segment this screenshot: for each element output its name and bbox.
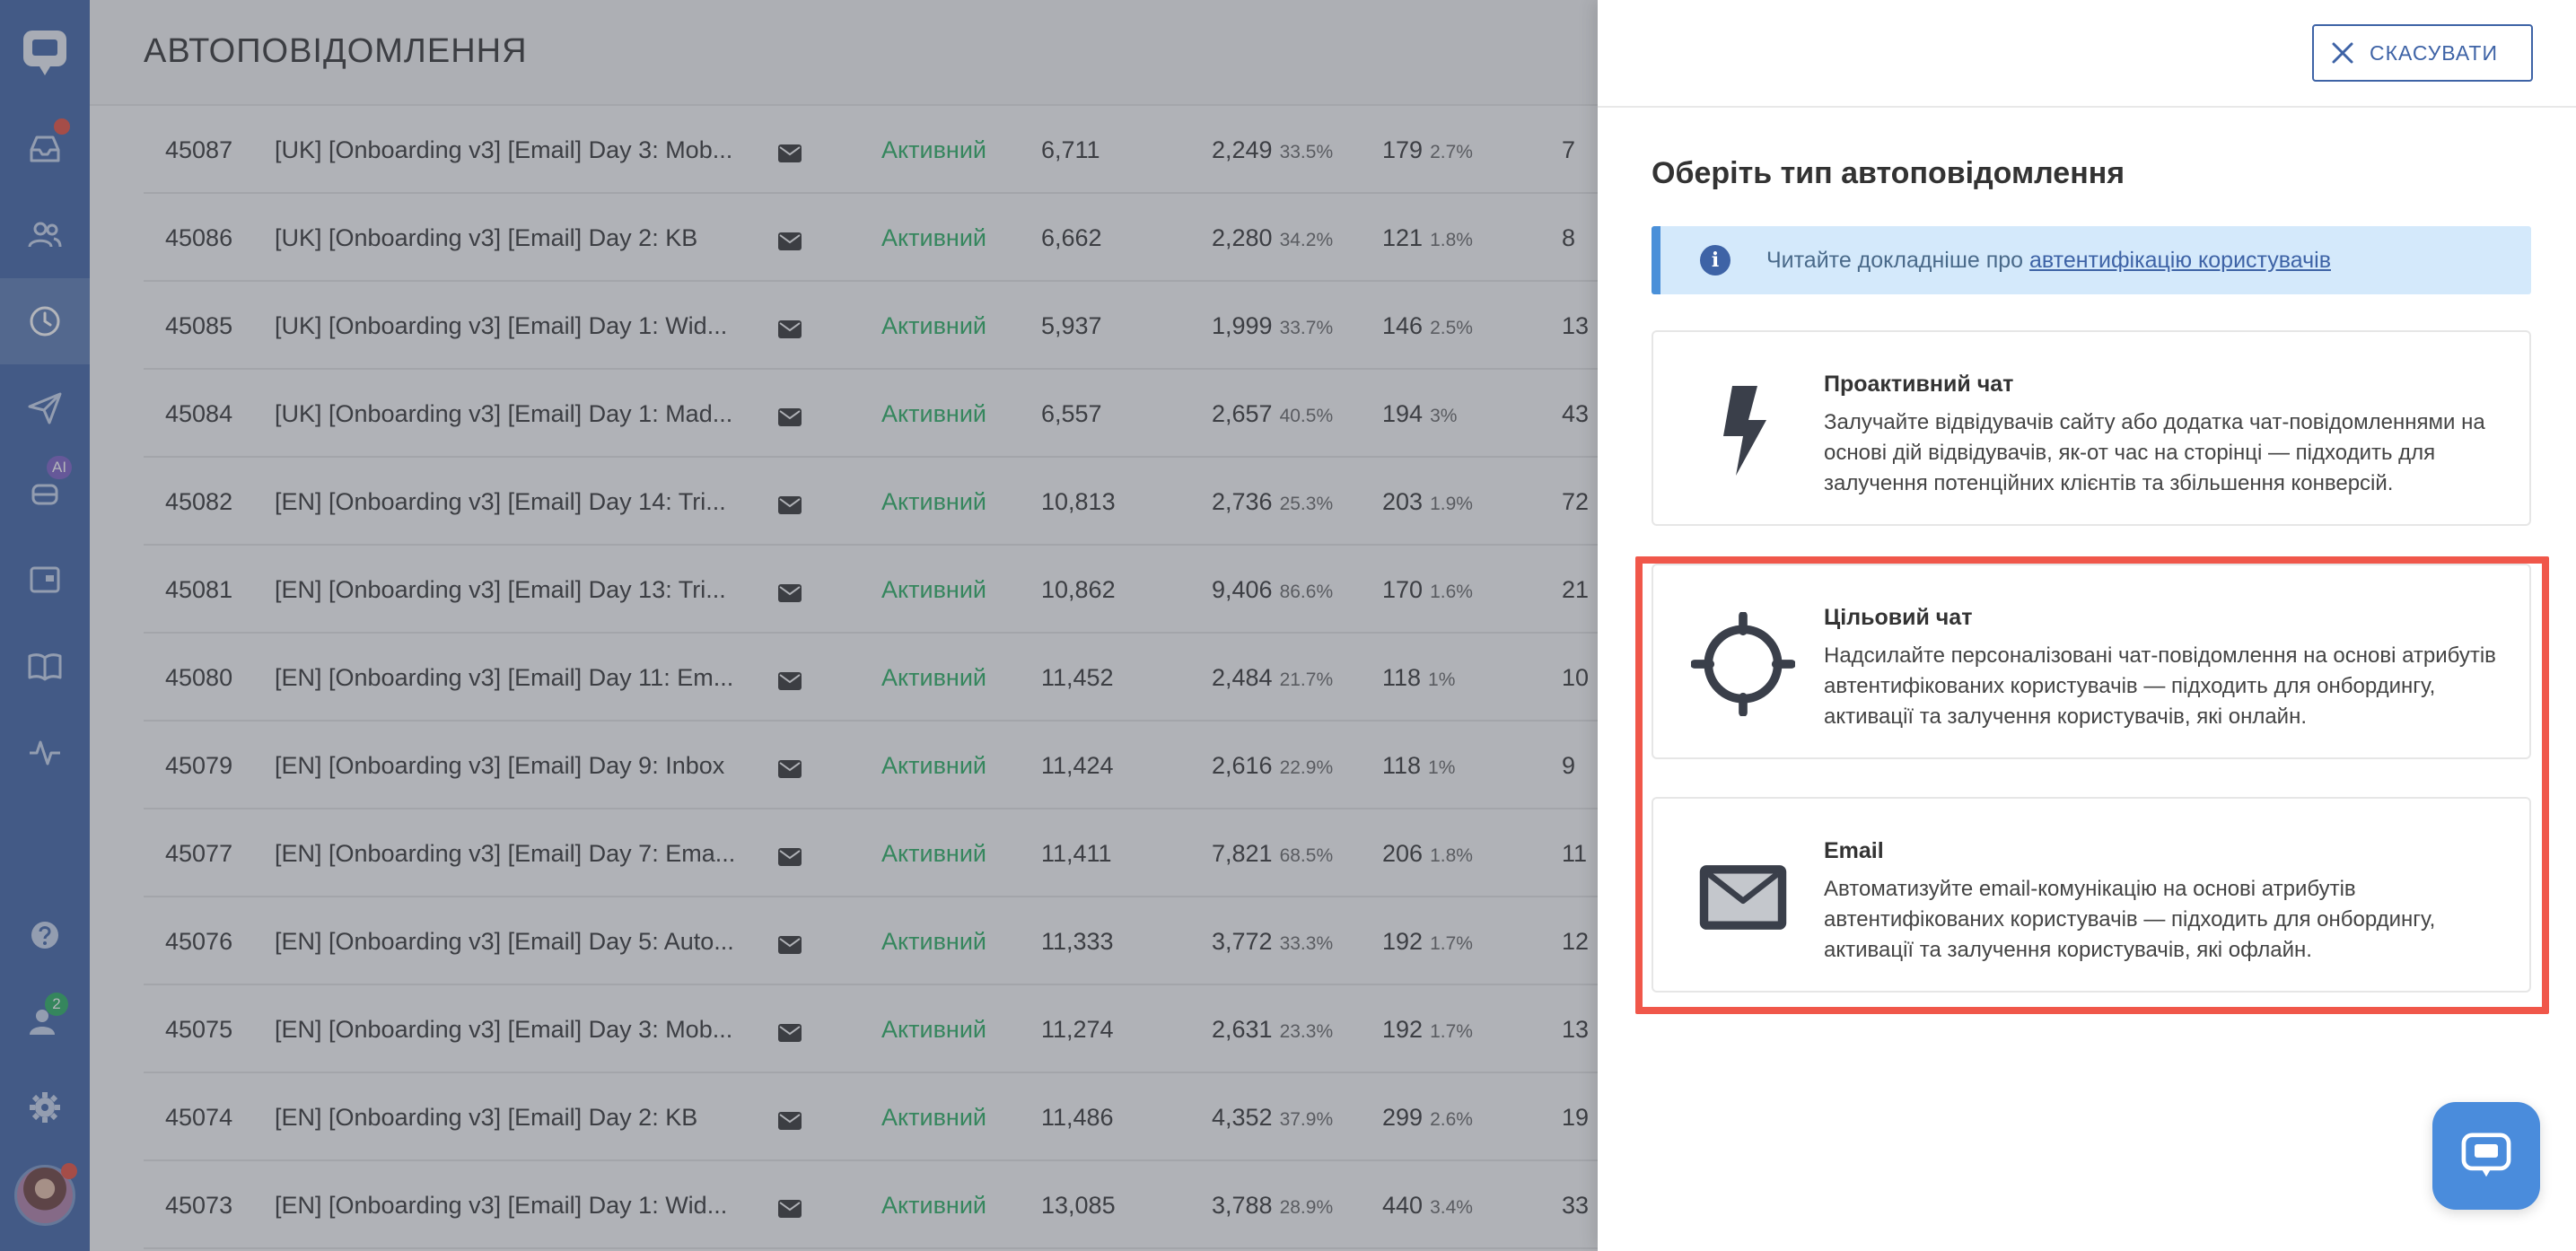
info-banner-text: Читайте докладніше про автентифікацію ко…	[1766, 248, 2331, 274]
cancel-button[interactable]: СКАСУВАТИ	[2312, 24, 2533, 82]
info-icon: i	[1700, 245, 1730, 276]
card-title: Проактивний чат	[1824, 372, 2014, 397]
user-auth-link[interactable]: автентифікацію користувачів	[2029, 248, 2331, 273]
lightning-icon	[1689, 377, 1797, 485]
message-type-panel: СКАСУВАТИ Оберіть тип автоповідомлення i…	[1598, 0, 2576, 1251]
card-proactive-chat[interactable]: Проактивний чат Залучайте відвідувачів с…	[1652, 330, 2531, 526]
info-banner: i Читайте докладніше про автентифікацію …	[1652, 226, 2531, 294]
close-icon	[2332, 42, 2353, 64]
cancel-button-label: СКАСУВАТИ	[2370, 40, 2499, 65]
chat-icon	[2461, 1133, 2511, 1177]
support-chat-button[interactable]	[2432, 1102, 2540, 1210]
card-email[interactable]: Email Автоматизуйте email-комунікацію на…	[1652, 797, 2531, 993]
card-description: Автоматизуйте email-комунікацію на основ…	[1824, 877, 2436, 962]
modal-backdrop[interactable]	[0, 0, 1598, 1251]
info-text: Читайте докладніше про	[1766, 247, 2030, 273]
panel-heading: Оберіть тип автоповідомлення	[1652, 156, 2125, 190]
crosshair-icon	[1689, 610, 1797, 718]
card-title: Цільовий чат	[1824, 605, 1973, 630]
card-title: Email	[1824, 838, 1884, 863]
card-targeted-chat[interactable]: Цільовий чат Надсилайте персоналізовані …	[1652, 564, 2531, 759]
card-description: Надсилайте персоналізовані чат-повідомле…	[1824, 643, 2496, 729]
envelope-icon	[1689, 844, 1797, 951]
panel-header: СКАСУВАТИ	[1598, 0, 2576, 108]
card-description: Залучайте відвідувачів сайту або додатка…	[1824, 410, 2485, 495]
